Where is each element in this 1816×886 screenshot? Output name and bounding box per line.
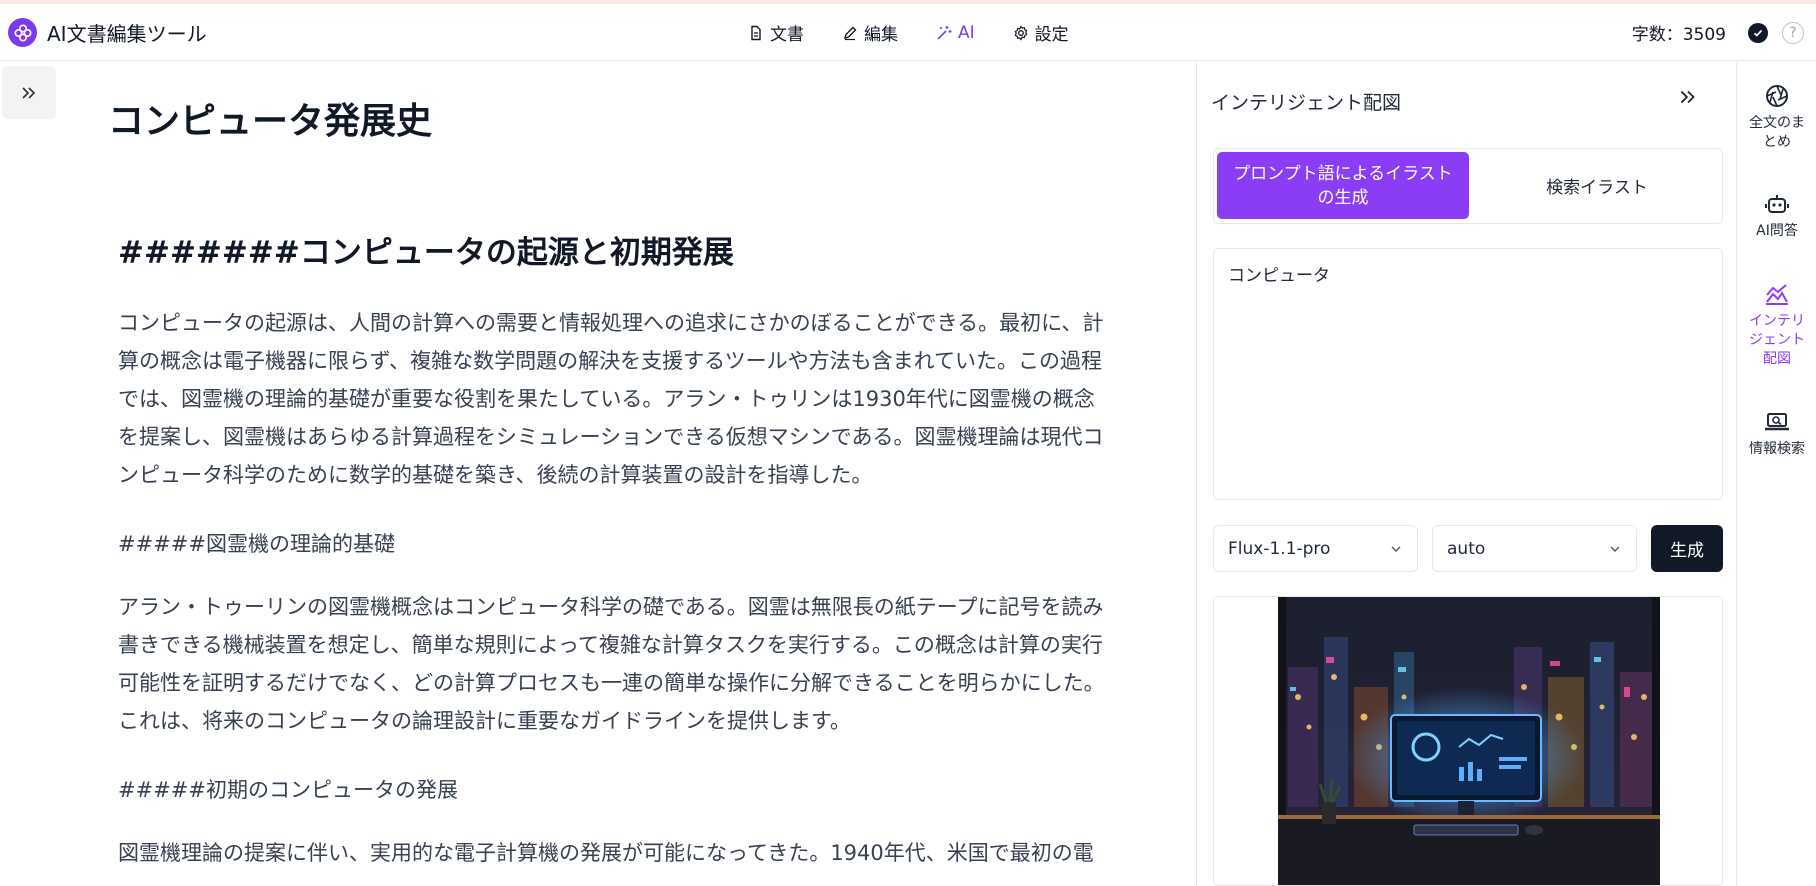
paragraph-line: これは、将来のコンピュータの論理設計に重要なガイドラインを提供します。 <box>118 709 851 733</box>
rail-item-summary-label: 全文のまとめ <box>1749 115 1805 150</box>
laptop-search-icon <box>1765 413 1789 431</box>
chevron-down-icon <box>1610 546 1620 552</box>
nav-document-label: 文書 <box>770 25 804 45</box>
paragraph-line: アラン・トゥーリンの図霊機概念はコンピュータ科学の礎である。図霊は無限長の紙テー… <box>118 595 1104 619</box>
app-header: AI文書編集ツール 文書 編集 AI 設定 字数：3509 ? <box>0 4 1816 61</box>
paragraph-3[interactable]: 図霊機理論の提案に伴い、実用的な電子計算機の発展が可能になってきた。1940年代… <box>118 834 1133 872</box>
help-icon[interactable]: ? <box>1782 21 1804 44</box>
document-title[interactable]: コンピュータ発展史 <box>108 92 432 144</box>
paragraph-line: 図霊機理論の提案に伴い、実用的な電子計算機の発展が可能になってきた。1940年代… <box>118 841 1094 865</box>
rail-item-info-search[interactable]: 情報検索 <box>1737 408 1816 459</box>
model-select[interactable]: Flux-1.1-pro <box>1213 525 1418 572</box>
word-count: 字数：3509 <box>1631 25 1726 45</box>
nav-edit[interactable]: 編集 <box>842 20 898 45</box>
generated-image[interactable] <box>1213 596 1723 886</box>
nav-settings[interactable]: 設定 <box>1013 20 1069 45</box>
document-icon <box>751 25 761 40</box>
rail-item-ai-qa-label: AI問答 <box>1756 223 1798 239</box>
rail-item-info-search-label: 情報検索 <box>1749 441 1805 457</box>
paragraph-2[interactable]: アラン・トゥーリンの図霊機概念はコンピュータ科学の礎である。図霊は無限長の紙テー… <box>118 588 1133 740</box>
header-right: 字数：3509 ? <box>1632 20 1804 45</box>
rail-item-summary[interactable]: 全文のまとめ <box>1737 82 1816 152</box>
right-tool-rail: 全文のまとめ AI問答 インテリジェント配図 情報検索 <box>1736 62 1816 886</box>
pencil-icon <box>843 26 857 40</box>
size-select[interactable]: auto <box>1432 525 1637 572</box>
paragraph-line: コンピュータの起源は、人間の計算への需要と情報処理への追求にさかのぼることができ… <box>118 311 1104 335</box>
document-editor[interactable]: コンピュータ発展史 #######コンピュータの起源と初期発展 コンピュータの起… <box>108 62 1133 886</box>
gear-icon <box>1014 24 1028 41</box>
nav-edit-label: 編集 <box>864 25 898 45</box>
generate-button[interactable]: 生成 <box>1651 525 1723 572</box>
collapse-panel-button[interactable] <box>1677 86 1699 112</box>
brand[interactable]: AI文書編集ツール <box>8 18 207 47</box>
paragraph-line: ンピュータ科学のために数学的基礎を築き、後続の計算装置の設計を指導した。 <box>118 463 873 487</box>
paragraph-line: を提案し、図霊機はあらゆる計算過程をシミュレーションできる仮想マシンである。図霊… <box>118 425 1104 449</box>
nav-ai-label: AI <box>958 22 975 43</box>
image-chart-icon <box>1766 284 1788 305</box>
paragraph-1[interactable]: コンピュータの起源は、人間の計算への需要と情報処理への追求にさかのぼることができ… <box>118 304 1133 494</box>
aperture-icon <box>1766 85 1788 107</box>
chevron-down-icon <box>1391 546 1401 552</box>
model-select-value: Flux-1.1-pro <box>1228 538 1331 559</box>
illustration-mode-tabs: プロンプト語によるイラストの生成 検索イラスト <box>1213 148 1723 224</box>
double-chevron-right-icon <box>22 86 36 99</box>
nav-settings-label: 設定 <box>1034 25 1069 45</box>
expand-sidebar-button[interactable] <box>2 66 56 119</box>
app-logo-icon <box>8 18 37 47</box>
tab-prompt-generate[interactable]: プロンプト語によるイラストの生成 <box>1217 152 1469 219</box>
app-title: AI文書編集ツール <box>47 22 207 46</box>
magic-wand-icon <box>937 25 952 40</box>
section-heading[interactable]: #######コンピュータの起源と初期発展 <box>118 227 734 272</box>
generated-image-art <box>1214 597 1722 885</box>
paragraph-line: 可能性を証明するだけでなく、どの計算プロセスも一連の簡単な操作に分解できることを… <box>118 671 1105 695</box>
nav-ai[interactable]: AI <box>936 20 975 45</box>
rail-item-intelligent-illustration[interactable]: インテリジェント配図 <box>1737 280 1816 369</box>
tab-search-illustration[interactable]: 検索イラスト <box>1472 152 1722 219</box>
check-icon[interactable] <box>1748 22 1768 43</box>
intelligent-illustration-panel: インテリジェント配図 プロンプト語によるイラストの生成 検索イラスト コンピュー… <box>1196 62 1736 886</box>
rail-item-intelligent-illustration-label: インテリジェント配図 <box>1749 313 1805 367</box>
top-nav: 文書 編集 AI 設定 <box>748 20 1069 45</box>
nav-document[interactable]: 文書 <box>748 20 804 45</box>
size-select-value: auto <box>1447 538 1486 559</box>
double-chevron-right-icon <box>1680 90 1695 104</box>
paragraph-line: 書きできる機械装置を想定し、簡単な規則によって複雑な計算タスクを実行する。この概… <box>118 633 1103 657</box>
robot-icon <box>1765 195 1789 213</box>
panel-title: インテリジェント配図 <box>1211 92 1402 114</box>
subheading-1[interactable]: #####図霊機の理論的基礎 <box>118 528 395 558</box>
paragraph-line: では、図霊機の理論的基礎が重要な役割を果たしている。アラン・トゥリンは1930年… <box>118 387 1095 411</box>
subheading-2[interactable]: #####初期のコンピュータの発展 <box>118 774 458 804</box>
rail-item-ai-qa[interactable]: AI問答 <box>1737 190 1816 241</box>
prompt-input[interactable]: コンピュータ <box>1213 248 1723 500</box>
paragraph-line: 算の概念は電子機器に限らず、複雑な数学問題の解決を支援するツールや方法も含まれて… <box>118 349 1103 373</box>
